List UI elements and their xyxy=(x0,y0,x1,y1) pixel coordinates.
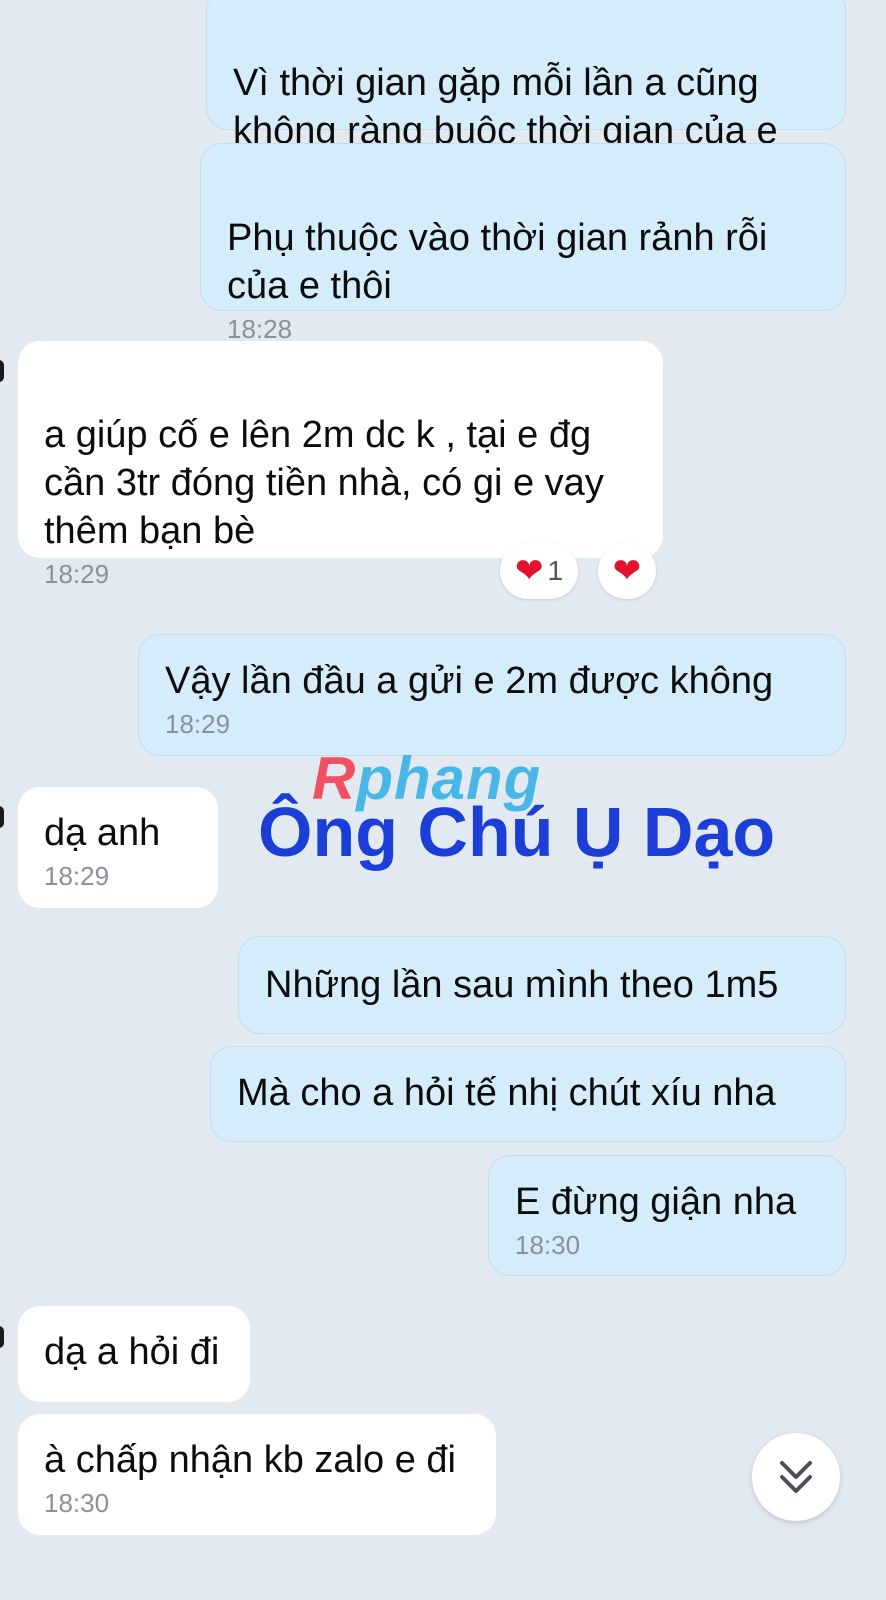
react-heart-button[interactable]: ❤ xyxy=(598,543,656,599)
message-text: Vậy lần đầu a gửi e 2m được không xyxy=(165,660,774,702)
watermark-title: Ông Chú Ụ Dạo xyxy=(258,793,776,871)
reaction-count: 1 xyxy=(547,555,564,586)
message-bubble-sent[interactable]: Mà cho a hỏi tế nhị chút xíu nha xyxy=(210,1046,846,1142)
scroll-to-bottom-button[interactable] xyxy=(752,1433,840,1521)
heart-icon: ❤ xyxy=(514,552,544,590)
message-time: 18:29 xyxy=(165,709,231,739)
message-bubble-sent[interactable]: E đừng giận nha 18:30 xyxy=(488,1155,846,1276)
message-time: 18:30 xyxy=(44,1488,110,1518)
message-bubble-received[interactable]: dạ a hỏi đi xyxy=(18,1306,250,1402)
message-text: a giúp cố e lên 2m dc k , tại e đg cần 3… xyxy=(44,414,604,552)
message-text: dạ anh xyxy=(44,812,161,854)
message-text: dạ a hỏi đi xyxy=(44,1331,220,1373)
double-chevron-down-icon xyxy=(780,1461,812,1493)
message-text: Những lần sau mình theo 1m5 xyxy=(265,964,779,1006)
message-bubble-sent[interactable]: Vì thời gian gặp mỗi lần a cũng không rà… xyxy=(206,0,846,152)
avatar-edge xyxy=(0,806,4,828)
message-text: Vì thời gian gặp mỗi lần a cũng không rà… xyxy=(233,62,778,152)
message-bubble-received[interactable]: dạ anh 18:29 xyxy=(18,787,218,908)
message-bubble-sent[interactable]: Vậy lần đầu a gửi e 2m được không 18:29 xyxy=(138,634,846,756)
message-text: Phụ thuộc vào thời gian rảnh rỗi của e t… xyxy=(227,217,768,307)
message-time: 18:29 xyxy=(44,861,110,891)
message-text: Mà cho a hỏi tế nhị chút xíu nha xyxy=(237,1072,776,1114)
avatar-edge xyxy=(0,1326,4,1348)
heart-icon: ❤ xyxy=(612,552,642,590)
message-bubble-received[interactable]: à chấp nhận kb zalo e đi 18:30 xyxy=(18,1414,496,1535)
message-time: 18:30 xyxy=(515,1230,581,1260)
reaction-summary[interactable]: ❤ 1 xyxy=(500,543,578,599)
message-bubble-sent[interactable]: Phụ thuộc vào thời gian rảnh rỗi của e t… xyxy=(200,143,846,344)
message-text: E đừng giận nha xyxy=(515,1181,797,1223)
message-bubble-received[interactable]: a giúp cố e lên 2m dc k , tại e đg cần 3… xyxy=(18,341,663,589)
message-bubble-sent[interactable]: Những lần sau mình theo 1m5 xyxy=(238,936,846,1034)
message-text: à chấp nhận kb zalo e đi xyxy=(44,1439,456,1481)
avatar-edge xyxy=(0,360,4,382)
